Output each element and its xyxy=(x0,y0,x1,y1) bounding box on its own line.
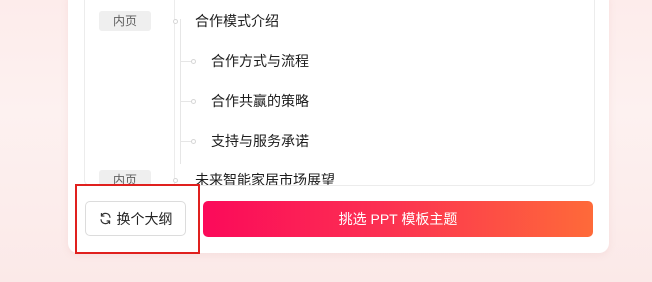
section-title[interactable]: 合作模式介绍 xyxy=(195,11,279,31)
subitem-title[interactable]: 合作方式与流程 xyxy=(211,51,309,71)
section-title[interactable]: 未来智能家居市场展望 xyxy=(195,170,335,185)
outline-subitem-row[interactable]: 合作共赢的策略 xyxy=(85,91,594,115)
outline-subitem-row[interactable]: 支持与服务承诺 xyxy=(85,131,594,155)
tree-node-dot xyxy=(191,59,196,64)
choose-theme-label: 挑选 PPT 模板主题 xyxy=(338,211,458,227)
page-type-tag: 内页 xyxy=(99,170,151,185)
outline-section-row[interactable]: 内页 合作模式介绍 xyxy=(85,11,594,35)
change-outline-label: 换个大纲 xyxy=(116,210,173,227)
choose-ppt-theme-button[interactable]: 挑选 PPT 模板主题 xyxy=(203,201,593,237)
page-type-tag: 内页 xyxy=(99,11,151,31)
outline-panel: 内页 合作模式介绍 合作方式与流程 合作共赢的策略 支持与服务承诺 内页 未来智… xyxy=(84,0,595,186)
subitem-title[interactable]: 合作共赢的策略 xyxy=(211,91,309,111)
change-outline-button[interactable]: 换个大纲 xyxy=(85,201,186,236)
tree-node-dot xyxy=(173,178,178,183)
refresh-icon xyxy=(99,212,111,225)
tree-node-dot xyxy=(173,19,178,24)
outline-subitem-row[interactable]: 合作方式与流程 xyxy=(85,51,594,75)
outline-section-row[interactable]: 内页 未来智能家居市场展望 xyxy=(85,170,594,185)
subitem-title[interactable]: 支持与服务承诺 xyxy=(211,131,309,151)
tree-node-dot xyxy=(191,139,196,144)
tree-node-dot xyxy=(191,99,196,104)
